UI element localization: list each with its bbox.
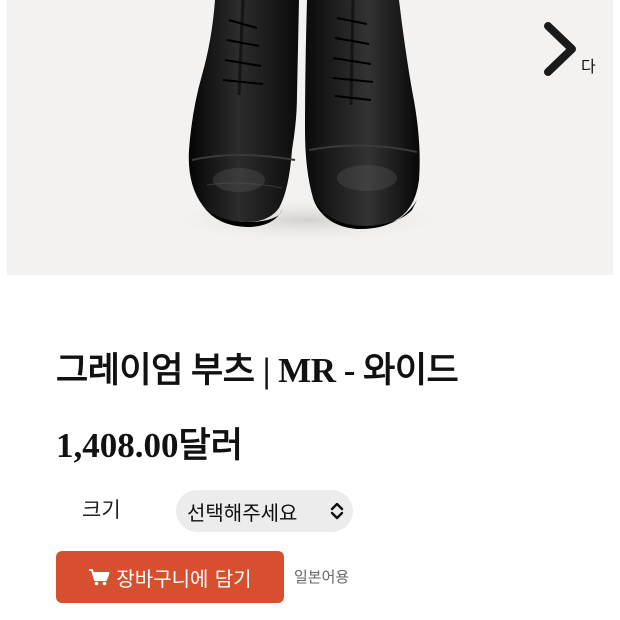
japanese-language-link[interactable]: 일본어용 xyxy=(294,566,349,587)
add-to-cart-button[interactable]: 장바구니에 담기 xyxy=(56,551,284,603)
left-boot xyxy=(188,0,299,227)
product-price: 1,408.00달러 xyxy=(56,426,243,465)
right-boot xyxy=(305,0,420,230)
add-to-cart-label: 장바구니에 담기 xyxy=(116,566,252,591)
size-select-value: 선택해주세요 xyxy=(187,500,298,525)
size-label: 크기 xyxy=(82,498,121,522)
boots-photo xyxy=(157,0,457,244)
product-title: 그레이엄 부츠 | MR - 와이드 xyxy=(56,351,459,390)
product-image xyxy=(7,0,613,275)
next-image-button[interactable]: 다 xyxy=(540,18,604,80)
next-label: 다 xyxy=(581,57,596,76)
size-select[interactable]: 선택해주세요 xyxy=(176,490,353,532)
cart-icon xyxy=(89,569,110,586)
chevron-right-icon xyxy=(544,22,576,76)
up-down-chevron-icon xyxy=(330,502,344,520)
